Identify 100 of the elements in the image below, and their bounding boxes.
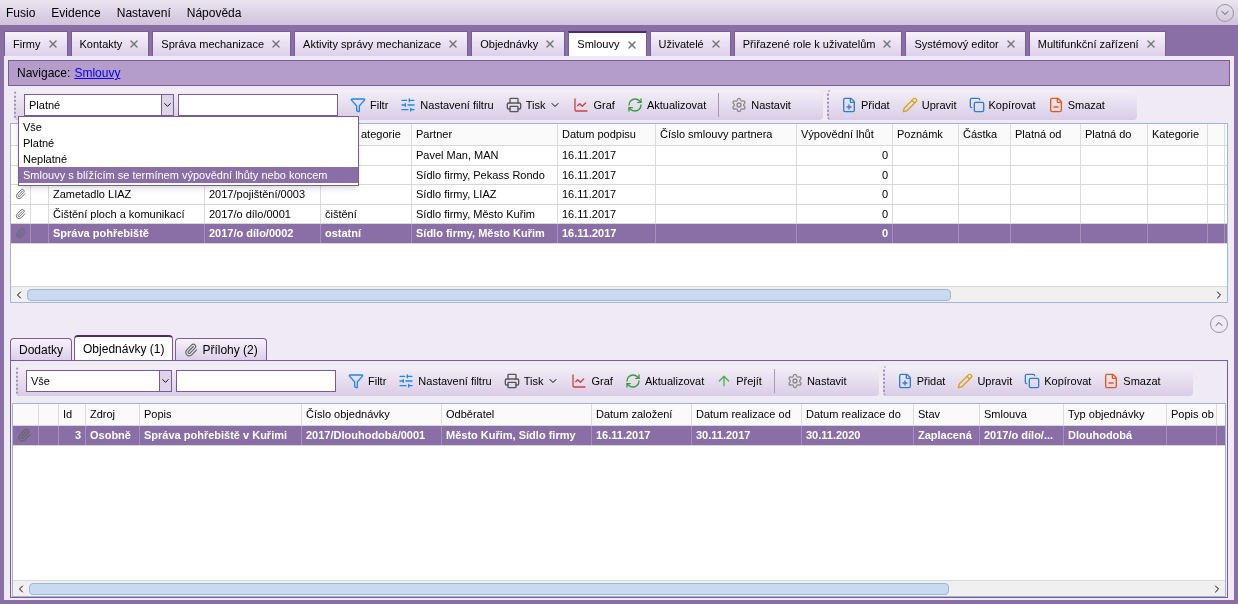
tab[interactable]: Dodatky — [10, 338, 73, 360]
menu-item[interactable]: Fusio — [4, 3, 38, 22]
tab[interactable]: Přiřazené role k uživatelům — [733, 31, 903, 56]
column-header[interactable]: Popis ob — [1171, 406, 1214, 423]
column-header[interactable]: Datum podpisu — [562, 126, 636, 143]
table-cell-text: Zaplacená — [918, 428, 972, 443]
table-cell-text: 2017/Dlouhodobá/0001 — [306, 428, 426, 443]
filter-combobox[interactable]: Vše — [26, 370, 172, 392]
column-header[interactable]: Smlouva — [984, 406, 1027, 423]
toolbar-button[interactable]: Kopírovat — [1020, 369, 1096, 393]
toolbar-button[interactable]: Upravit — [953, 369, 1017, 393]
tab[interactable]: Systémový editor — [905, 31, 1026, 56]
table-cell-text: 2017/o dílo/... — [984, 428, 1054, 443]
close-icon[interactable] — [128, 38, 141, 50]
table-cell-text: 16.11.2017 — [562, 206, 617, 222]
column-header[interactable]: Odběratel — [446, 406, 495, 423]
close-icon[interactable] — [46, 38, 59, 50]
tab[interactable]: Uživatelé — [649, 31, 731, 56]
dropdown-option[interactable]: Smlouvy s blížícím se termínem výpovědní lhůty nebo koncem — [19, 167, 358, 183]
toolbar-button[interactable]: Smazat — [1099, 369, 1165, 393]
dropdown-option[interactable]: Neplatné — [19, 151, 358, 167]
column-header[interactable]: Číslo objednávky — [306, 406, 390, 423]
column-header[interactable]: Partner — [416, 126, 453, 143]
table-cell-text: 16.11.2017 — [562, 226, 617, 241]
menu-item[interactable]: Evidence — [49, 3, 103, 22]
refresh-icon — [626, 97, 643, 113]
column-header[interactable]: Datum realizace od — [696, 406, 791, 423]
toolbar-button[interactable]: Tisk — [501, 93, 566, 117]
close-icon[interactable] — [881, 38, 894, 50]
table-cell-text: Osobně — [90, 428, 131, 443]
toolbar-button[interactable]: Graf — [569, 93, 619, 117]
toolbar-button[interactable]: Filtr — [346, 93, 393, 117]
toolbar-button[interactable]: Filtr — [344, 369, 391, 393]
tab[interactable]: Přílohy (2) — [175, 338, 267, 360]
edit-icon — [901, 97, 918, 113]
tab[interactable]: Kontakty — [70, 31, 150, 56]
toolbar-button[interactable]: Přidat — [836, 93, 894, 117]
close-icon[interactable] — [447, 38, 460, 50]
table-row[interactable]: Čištění ploch a komunikací 2017/o dílo/0001 čištění Sídlo firmy, Město Kuřim 16.11.2017 0 — [11, 204, 1227, 224]
column-header[interactable]: Datum založení — [596, 406, 673, 423]
settings-icon — [786, 373, 803, 389]
toolbar-button[interactable]: Kopírovat — [964, 93, 1040, 117]
toolbar-button[interactable]: Tisk — [499, 369, 564, 393]
menu-item[interactable]: Nastavení — [114, 3, 173, 22]
tab[interactable]: Objednávky (1) — [74, 335, 174, 360]
column-header[interactable]: Datum realizace do — [806, 406, 901, 423]
column-header[interactable]: Stav — [918, 406, 940, 423]
column-header[interactable]: Výpovědní lhůt — [801, 126, 874, 143]
tab[interactable]: Multifunkční zařízení — [1028, 31, 1166, 56]
toolbar-button[interactable]: Upravit — [897, 93, 961, 117]
toolbar-button[interactable]: Smazat — [1043, 93, 1109, 117]
filter-combobox[interactable]: Platné — [24, 94, 174, 116]
breadcrumb-link[interactable]: Smlouvy — [74, 64, 121, 82]
column-header[interactable]: Platná od — [1015, 126, 1062, 143]
tab[interactable]: Objednávky — [471, 31, 566, 56]
tab[interactable]: Správa mechanizace — [152, 31, 292, 56]
column-header[interactable]: Typ objednávky — [1068, 406, 1145, 423]
close-icon[interactable] — [270, 38, 283, 50]
chart-icon — [573, 97, 590, 113]
table-cell-text: 0 — [881, 148, 888, 163]
close-icon[interactable] — [544, 38, 557, 50]
column-header[interactable]: Číslo smlouvy partnera — [660, 126, 773, 143]
column-header[interactable]: Popis — [144, 406, 172, 423]
tab[interactable]: Smlouvy — [568, 31, 647, 56]
table-row[interactable]: Správa pohřebiště 2017/o dílo/0002 ostatní Sídlo firmy, Město Kuřim 16.11.2017 0 — [11, 224, 1227, 244]
toolbar-button[interactable]: Přidat — [892, 369, 950, 393]
horizontal-scrollbar[interactable] — [11, 286, 1227, 302]
dropdown-option[interactable]: Vše — [19, 119, 358, 135]
close-icon[interactable] — [709, 38, 722, 50]
toolbar-button[interactable]: Aktualizovat — [622, 93, 711, 117]
column-header[interactable]: Částka — [963, 126, 998, 143]
close-icon[interactable] — [1144, 38, 1157, 50]
toolbar-button[interactable]: Nastavit — [782, 369, 851, 393]
close-icon[interactable] — [1004, 38, 1017, 50]
tab[interactable]: Firmy — [4, 31, 68, 56]
close-icon[interactable] — [625, 38, 638, 51]
column-header[interactable]: Poznámk — [897, 126, 943, 143]
horizontal-scrollbar[interactable] — [13, 580, 1225, 596]
toolbar-button[interactable]: Nastavení filtru — [394, 369, 496, 393]
column-header[interactable]: Kategorie — [1152, 126, 1200, 143]
toolbar-button[interactable]: Nastavení filtru — [396, 93, 498, 117]
toolbar-button[interactable]: Nastavit — [727, 93, 795, 117]
toolbar-button[interactable]: Graf — [567, 369, 617, 393]
tab[interactable]: Aktivity správy mechanizace — [294, 31, 469, 56]
delete-document-icon — [1047, 97, 1064, 113]
toolbar-button[interactable]: Přejít — [712, 369, 766, 393]
settings-icon — [731, 97, 748, 113]
table-row[interactable]: Zametadlo LIAZ 2017/pojištění/0003 Sídlo firmy, LIAZ 16.11.2017 0 — [11, 185, 1227, 205]
column-header[interactable]: Platná do — [1085, 126, 1132, 143]
column-header[interactable]: Zdroj — [90, 406, 116, 423]
search-field[interactable] — [176, 370, 336, 392]
table-cell-text: 2017/o dílo/0002 — [209, 226, 294, 241]
menu-item[interactable]: Nápověda — [184, 3, 244, 22]
column-header[interactable]: Id — [63, 406, 73, 423]
table-row[interactable]: 3 Osobně Správa pohřebiště v Kuřimi 2017/Dlouhodobá/0001 Město Kuřim, Sídlo firmy 16.11.2017 30.11.2017 30.11.2020 Zaplacená 2017/o dílo/... Dlouhodobá — [13, 426, 1225, 446]
table-cell-text: 2017/pojištění/0003 — [209, 187, 306, 202]
search-field[interactable] — [178, 94, 338, 116]
column-header[interactable]: ategorie — [361, 126, 401, 143]
toolbar-button[interactable]: Aktualizovat — [620, 369, 709, 393]
table-cell-text: 30.11.2017 — [696, 428, 751, 443]
